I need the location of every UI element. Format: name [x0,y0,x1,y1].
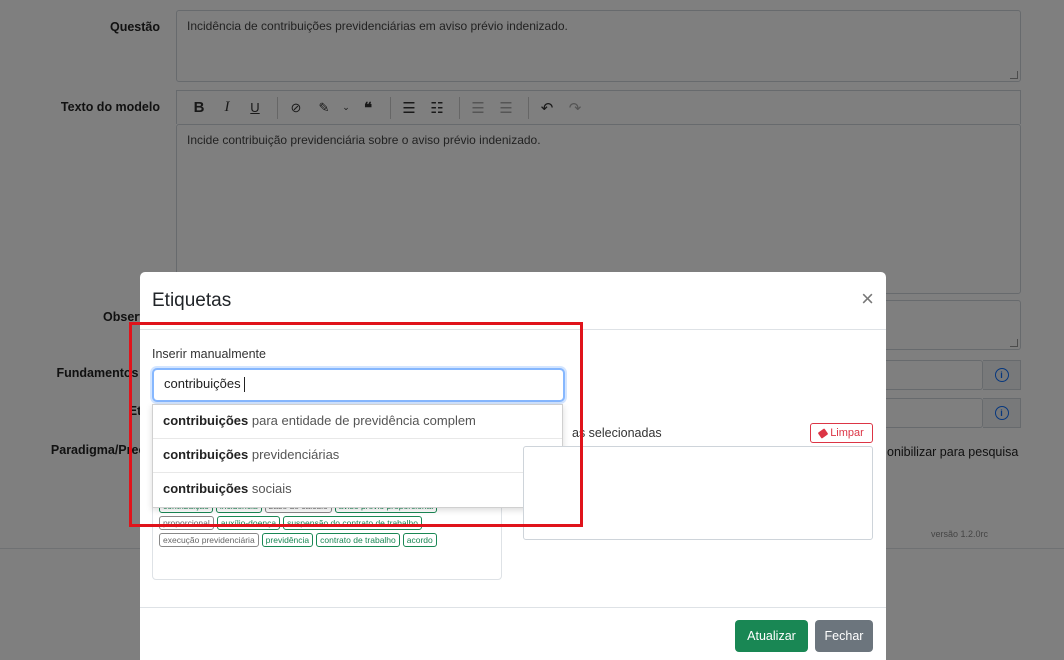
tag-row: execução previdenciária previdência contra… [159,533,495,547]
limpar-button[interactable]: Limpar [810,423,873,443]
close-icon[interactable]: × [861,288,874,310]
modal-title: Etiquetas [152,290,232,311]
fechar-button[interactable]: Fechar [815,620,873,652]
highlight-annotation [129,322,583,527]
limpar-label: Limpar [830,427,864,439]
modal-footer-divider [140,607,886,608]
tag-chip[interactable]: execução previdenciária [159,533,259,547]
tag-chip[interactable]: acordo [402,533,437,547]
atualizar-button[interactable]: Atualizar [735,620,808,652]
eraser-icon [817,427,829,439]
tag-chip[interactable]: contrato de trabalho [316,533,400,547]
tag-chip[interactable]: previdência [261,533,314,547]
selected-tags-label: as selecionadas [572,426,662,440]
